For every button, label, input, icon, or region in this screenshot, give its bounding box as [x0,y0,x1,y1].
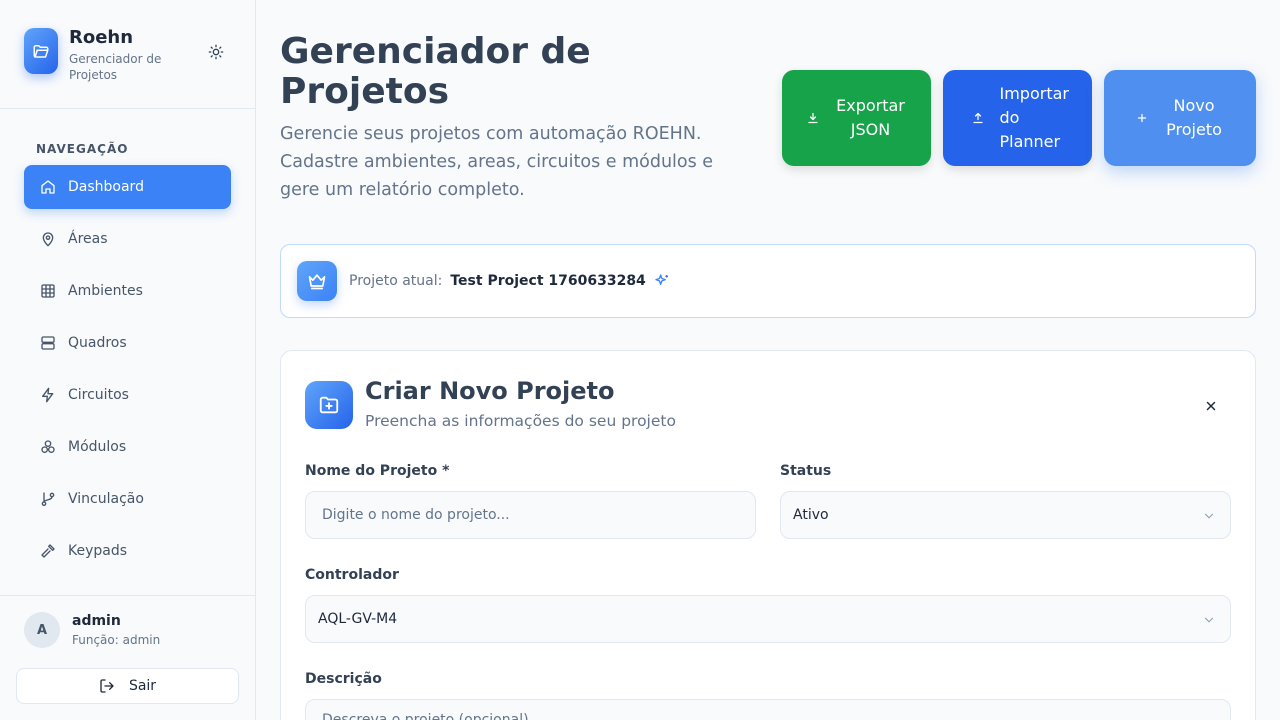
sidebar-nav: Dashboard Áreas Ambientes Quadros Circui… [24,165,231,581]
import-planner-button[interactable]: Importar do Planner [943,70,1092,166]
hammer-icon [40,543,56,559]
grid-icon [40,283,56,299]
sidebar-item-label: Quadros [68,335,127,351]
brand-subtitle: Gerenciador de Projetos [69,52,162,82]
status-value: Ativo [793,507,829,523]
description-placeholder: Descreva o projeto (opcional) [322,712,529,720]
sidebar-item-areas[interactable]: Áreas [24,217,231,261]
user-name: admin [72,613,121,629]
logout-button[interactable]: Sair [16,668,239,704]
current-project-banner: Projeto atual: Test Project 1760633284 [280,244,1256,318]
sidebar: Roehn Gerenciador de Projetos NAVEGAÇÃO … [0,0,256,720]
sidebar-item-dashboard[interactable]: Dashboard [24,165,231,209]
sidebar-item-label: Áreas [68,231,108,247]
form-title: Criar Novo Projeto [365,377,615,405]
close-form-button[interactable] [1199,395,1223,419]
create-project-form: Criar Novo Projeto Preencha as informaçõ… [280,350,1256,720]
page-description: Gerencie seus projetos com automação ROE… [280,124,714,200]
theme-toggle-button[interactable] [200,38,232,70]
log-out-icon [99,678,115,694]
sidebar-item-label: Ambientes [68,283,143,299]
zap-icon [40,387,56,403]
sidebar-item-label: Circuitos [68,387,129,403]
sidebar-item-label: Módulos [68,439,127,455]
user-role: Função: admin [72,633,161,647]
brand-name: Roehn [69,27,134,48]
sidebar-item-keypads[interactable]: Keypads [24,529,231,573]
folder-open-icon [24,28,58,74]
sidebar-item-label: Keypads [68,543,128,559]
sun-icon [208,44,224,64]
divider [0,595,256,596]
boxes-icon [40,439,56,455]
controller-label: Controlador [305,567,399,583]
controller-value: AQL-GV-M4 [318,611,398,627]
project-name-placeholder: Digite o nome do projeto... [322,507,510,523]
home-icon [40,179,56,195]
divider [0,108,256,109]
export-json-button[interactable]: Exportar JSON [782,70,931,166]
server-icon [40,335,56,351]
map-pin-icon [40,231,56,247]
new-project-button[interactable]: Novo Projeto [1104,70,1256,166]
main-content: Gerenciador de Projetos Gerencie seus pr… [256,0,1280,720]
chevron-down-icon [1202,613,1216,627]
sidebar-item-modulos[interactable]: Módulos [24,425,231,469]
plus-icon [1136,112,1148,124]
status-select[interactable]: Ativo [780,491,1231,539]
download-icon [807,112,819,124]
git-branch-icon [40,491,56,507]
description-textarea[interactable]: Descreva o projeto (opcional) [305,699,1231,720]
status-label: Status [780,463,832,479]
avatar: A [24,612,60,648]
logout-label: Sair [128,678,157,694]
user-profile: A admin Função: admin [24,612,160,648]
brand: Roehn Gerenciador de Projetos [24,28,179,83]
sidebar-item-ambientes[interactable]: Ambientes [24,269,231,313]
crown-icon [297,261,337,301]
sidebar-item-label: Dashboard [68,179,144,195]
description-label: Descrição [305,671,382,687]
upload-icon [972,112,984,124]
sidebar-item-quadros[interactable]: Quadros [24,321,231,365]
page-title: Gerenciador de Projetos [280,31,591,112]
nav-section-title: NAVEGAÇÃO [36,142,129,156]
project-name-label: Nome do Projeto * [305,463,450,479]
controller-select[interactable]: AQL-GV-M4 [305,595,1231,643]
new-project-label: Novo Projeto [1166,96,1222,139]
sidebar-item-circuitos[interactable]: Circuitos [24,373,231,417]
sparkles-icon [654,273,670,289]
sidebar-item-label: Vinculação [68,491,144,507]
project-name-input[interactable]: Digite o nome do projeto... [305,491,756,539]
current-project-name: Test Project 1760633284 [450,273,646,289]
sidebar-item-vinculacao[interactable]: Vinculação [24,477,231,521]
chevron-down-icon [1202,509,1216,523]
current-project-label: Projeto atual: [349,273,443,289]
import-planner-label: Importar do Planner [999,84,1069,151]
form-subtitle: Preencha as informações do seu projeto [365,412,676,430]
close-icon [1204,398,1218,417]
export-json-label: Exportar JSON [836,96,905,139]
folder-plus-icon [305,381,353,429]
